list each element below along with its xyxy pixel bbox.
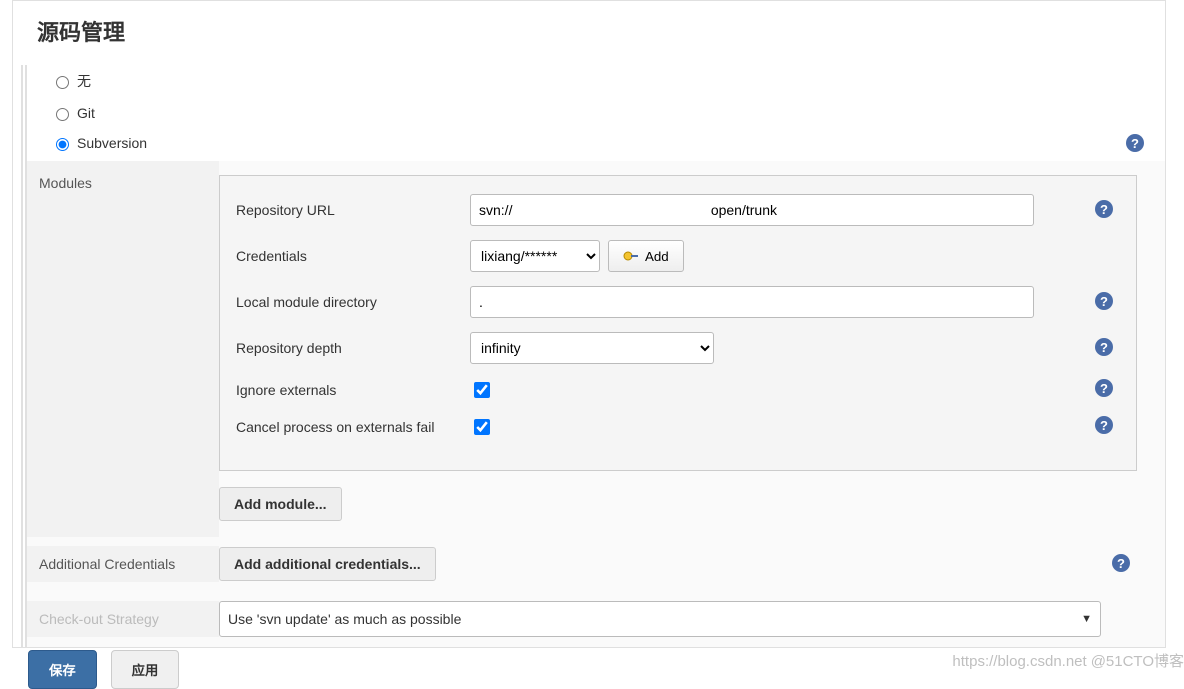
module-panel: Repository URL ? Credentials lixiang/***… (219, 175, 1137, 471)
repo-depth-select[interactable]: infinity (470, 332, 714, 364)
section-title: 源码管理 (13, 1, 1165, 65)
help-icon[interactable]: ? (1094, 378, 1114, 398)
help-icon[interactable]: ? (1094, 337, 1114, 357)
additional-credentials-label: Additional Credentials (27, 546, 219, 582)
svg-text:?: ? (1100, 418, 1108, 433)
ignore-externals-checkbox[interactable] (474, 382, 490, 398)
local-dir-input[interactable] (470, 286, 1034, 318)
help-icon[interactable]: ? (1111, 553, 1131, 573)
cancel-externals-checkbox[interactable] (474, 419, 490, 435)
help-icon[interactable]: ? (1125, 133, 1145, 153)
credentials-select[interactable]: lixiang/****** (470, 240, 600, 272)
watermark-csdn: https://blog.csdn.net@51CTO博客 (952, 650, 1184, 671)
key-icon (623, 249, 639, 263)
local-dir-label: Local module directory (236, 294, 470, 310)
save-button[interactable]: 保存 (28, 650, 97, 689)
svg-text:?: ? (1117, 556, 1125, 571)
add-module-button[interactable]: Add module... (219, 487, 342, 521)
help-icon[interactable]: ? (1094, 199, 1114, 219)
scm-option-git-row[interactable]: Git (27, 99, 1165, 129)
scm-option-svn-row[interactable]: Subversion ? (27, 129, 1165, 161)
apply-button[interactable]: 应用 (111, 650, 180, 689)
add-credentials-button[interactable]: Add (608, 240, 684, 272)
repo-url-label: Repository URL (236, 202, 470, 218)
svg-text:?: ? (1100, 294, 1108, 309)
credentials-label: Credentials (236, 248, 470, 264)
scm-radio-git[interactable] (56, 108, 69, 121)
svg-text:?: ? (1100, 381, 1108, 396)
svg-text:?: ? (1131, 136, 1139, 151)
scm-label-none: 无 (77, 71, 91, 91)
scm-radio-svn[interactable] (56, 138, 69, 151)
svg-text:?: ? (1100, 340, 1108, 355)
scm-label-git: Git (77, 105, 95, 121)
svg-text:?: ? (1100, 202, 1108, 217)
ignore-externals-label: Ignore externals (236, 382, 470, 398)
scm-radio-none[interactable] (56, 76, 69, 89)
scm-option-none-row[interactable]: 无 (27, 65, 1165, 99)
checkout-strategy-label: Check-out Strategy (27, 601, 219, 637)
cancel-externals-label: Cancel process on externals fail (236, 419, 470, 435)
chevron-down-icon: ▼ (1081, 613, 1092, 625)
repo-depth-label: Repository depth (236, 340, 470, 356)
help-icon[interactable]: ? (1094, 291, 1114, 311)
repo-url-input[interactable] (470, 194, 1034, 226)
add-additional-credentials-button[interactable]: Add additional credentials... (219, 547, 436, 581)
scm-label-svn: Subversion (77, 135, 147, 151)
checkout-strategy-select[interactable]: Use 'svn update' as much as possible ▼ (219, 601, 1101, 637)
modules-label: Modules (27, 161, 219, 537)
help-icon[interactable]: ? (1094, 415, 1114, 435)
